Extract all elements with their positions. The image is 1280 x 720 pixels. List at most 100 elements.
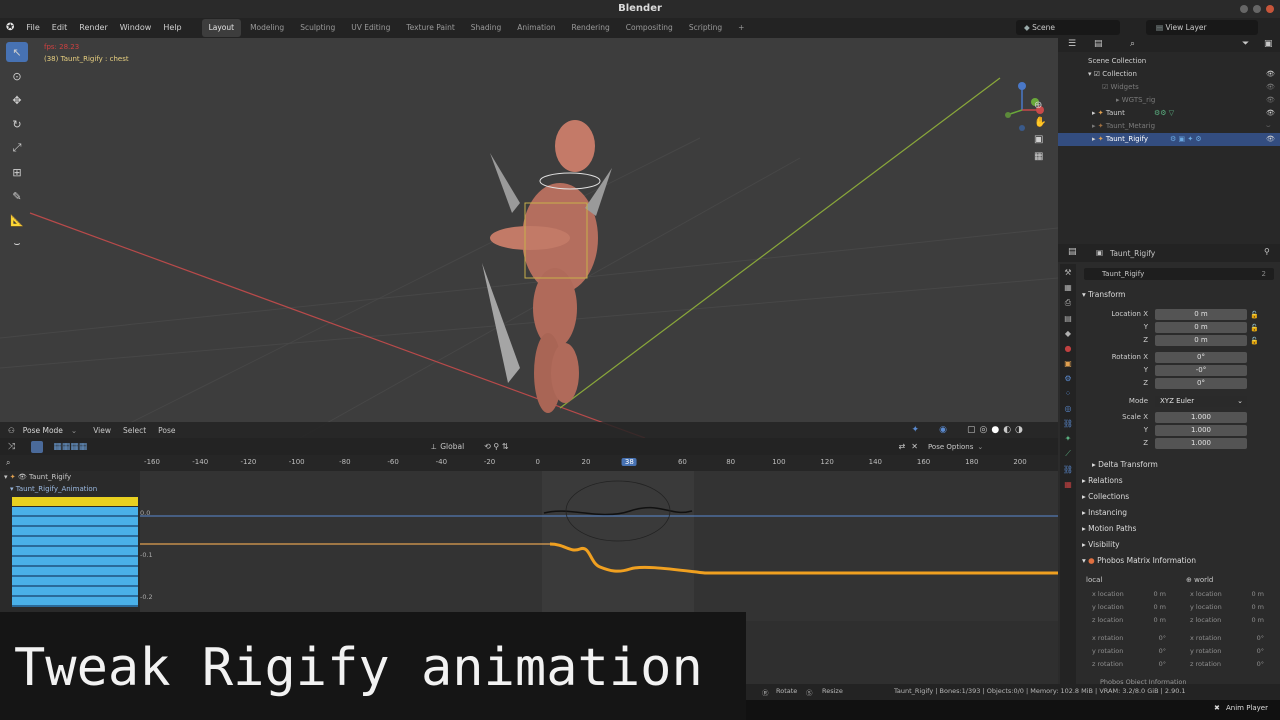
- xray-icon[interactable]: ▢: [967, 425, 976, 435]
- tab-texture-paint[interactable]: Texture Paint: [399, 19, 461, 37]
- outliner-row-scene-collection[interactable]: Scene Collection: [1058, 55, 1280, 68]
- menu-pose[interactable]: Pose: [158, 426, 175, 435]
- motion-paths-section[interactable]: ▸ Motion Paths: [1082, 524, 1136, 533]
- add-workspace-icon[interactable]: +: [731, 19, 751, 37]
- lock-icon[interactable]: 🔓: [1250, 335, 1259, 348]
- object-name-field[interactable]: Taunt_Rigify 2: [1084, 268, 1274, 280]
- rotation-x-field[interactable]: 0°: [1155, 352, 1247, 363]
- curve-area[interactable]: 0.0 -0.1 -0.2: [140, 471, 1058, 621]
- view-layer-selector[interactable]: ▤ View Layer: [1146, 20, 1258, 35]
- render-tab-icon[interactable]: ▦: [1064, 283, 1072, 292]
- maximize-button[interactable]: [1253, 5, 1261, 13]
- visibility-eye-icon[interactable]: 👁: [1266, 68, 1275, 81]
- visibility-eye-icon[interactable]: 👁: [1266, 133, 1275, 146]
- camera-icon[interactable]: ▣: [1034, 134, 1046, 145]
- move-tool-icon[interactable]: ✥: [6, 90, 28, 110]
- rotation-y-field[interactable]: -0°: [1155, 365, 1247, 376]
- anim-player-icon[interactable]: ✖: [1214, 704, 1220, 712]
- tool-tab-icon[interactable]: ⚒: [1064, 268, 1071, 277]
- transform-section-header[interactable]: ▾ Transform: [1082, 290, 1125, 299]
- 3d-viewport[interactable]: fps: 28.23 (38) Taunt_Rigify : chest ⊕ ✋…: [0, 38, 1058, 438]
- tab-shading[interactable]: Shading: [464, 19, 508, 37]
- pose-options[interactable]: Pose Options: [928, 443, 973, 451]
- rotation-mode-dropdown[interactable]: XYZ Euler ⌄: [1155, 396, 1247, 407]
- scene-selector[interactable]: ◆ Scene: [1016, 20, 1120, 35]
- scale-x-field[interactable]: 1.000: [1155, 412, 1247, 423]
- transform-orientation[interactable]: Global: [440, 442, 464, 451]
- scale-y-field[interactable]: 1.000: [1155, 425, 1247, 436]
- visibility-eye-icon[interactable]: 👁: [1266, 81, 1275, 94]
- outliner-row-wgts-rig[interactable]: ▸ WGTS_rig 👁: [1058, 94, 1280, 107]
- search-icon[interactable]: ⌕: [1130, 39, 1135, 49]
- delta-transform-section[interactable]: ▸ Delta Transform: [1092, 460, 1158, 469]
- texture-tab-icon[interactable]: ▦: [1064, 480, 1072, 489]
- menu-file[interactable]: File: [20, 18, 45, 38]
- wireframe-shading-icon[interactable]: ◎: [979, 425, 987, 435]
- menu-help[interactable]: Help: [157, 18, 187, 38]
- outliner-row-collection[interactable]: ▾ ☑ Collection 👁: [1058, 68, 1280, 81]
- relations-section[interactable]: ▸ Relations: [1082, 476, 1123, 485]
- zoom-icon[interactable]: ⊕: [1034, 100, 1046, 111]
- eye-icon[interactable]: 👁: [18, 473, 29, 481]
- scale-tool-icon[interactable]: ⤢: [6, 138, 28, 158]
- outliner-editor-icon[interactable]: ☰: [1068, 39, 1076, 49]
- visibility-eye-icon[interactable]: 👁: [1266, 107, 1275, 120]
- annotate-tool-icon[interactable]: ✎: [6, 186, 28, 206]
- collections-section[interactable]: ▸ Collections: [1082, 492, 1129, 501]
- blender-logo-icon[interactable]: ✪: [0, 18, 20, 38]
- location-x-field[interactable]: 0 m: [1155, 309, 1247, 320]
- tab-rendering[interactable]: Rendering: [564, 19, 616, 37]
- frame-ruler[interactable]: -160 -140 -120 -100 -80 -60 -40 -20 0 20 38 60 80 100…: [140, 455, 1058, 621]
- channel-action[interactable]: ▾ Taunt_Rigify_Animation: [10, 485, 97, 493]
- instancing-section[interactable]: ▸ Instancing: [1082, 508, 1127, 517]
- snap-icon[interactable]: ⟲ ⚲ ⇅: [484, 442, 508, 451]
- relax-tool-icon[interactable]: ⌣: [6, 234, 28, 254]
- tab-layout[interactable]: Layout: [201, 19, 242, 37]
- solid-shading-icon[interactable]: ●: [991, 425, 999, 435]
- tab-modeling[interactable]: Modeling: [243, 19, 291, 37]
- current-frame-indicator[interactable]: 38: [621, 458, 637, 466]
- scale-z-field[interactable]: 1.000: [1155, 438, 1247, 449]
- location-y-field[interactable]: 0 m: [1155, 322, 1247, 333]
- menu-render[interactable]: Render: [73, 18, 113, 38]
- tab-scripting[interactable]: Scripting: [682, 19, 729, 37]
- gizmo-toggle-icon[interactable]: ✦: [912, 425, 920, 435]
- cursor-tool-icon[interactable]: ⊙: [6, 66, 28, 86]
- properties-editor-icon[interactable]: ▤: [1068, 247, 1077, 257]
- tab-uv-editing[interactable]: UV Editing: [344, 19, 397, 37]
- channel-search-bar[interactable]: ⌕: [0, 455, 140, 471]
- material-shading-icon[interactable]: ◐: [1003, 425, 1011, 435]
- menu-select[interactable]: Select: [123, 426, 146, 435]
- outliner-row-widgets[interactable]: ☑ Widgets 👁: [1058, 81, 1280, 94]
- graph-editor-icon[interactable]: ⤨: [8, 442, 15, 452]
- outliner-row-taunt-metarig[interactable]: ▸ ✦ Taunt_Metarig ⌣: [1058, 120, 1280, 133]
- rendered-shading-icon[interactable]: ◑: [1015, 425, 1023, 435]
- tab-compositing[interactable]: Compositing: [619, 19, 680, 37]
- visibility-section[interactable]: ▸ Visibility: [1082, 540, 1120, 549]
- lock-icon[interactable]: 🔓: [1250, 322, 1259, 335]
- display-mode-icon[interactable]: ▤: [1094, 39, 1103, 49]
- only-selected-icon[interactable]: [31, 440, 44, 453]
- filter-channels-icon[interactable]: ▦▦▦▦: [53, 442, 87, 452]
- anim-player-label[interactable]: Anim Player: [1226, 704, 1268, 712]
- menu-view[interactable]: View: [93, 426, 111, 435]
- phobos-matrix-section[interactable]: ▾ ● Phobos Matrix Information: [1082, 556, 1196, 565]
- rotation-z-field[interactable]: 0°: [1155, 378, 1247, 389]
- channel-rig[interactable]: ▾ ✦ 👁 Taunt_Rigify: [4, 473, 71, 481]
- filter-icon[interactable]: ⏷: [1242, 39, 1249, 49]
- physics-tab-icon[interactable]: ◎: [1065, 404, 1072, 413]
- checkbox-icon[interactable]: ☑: [1094, 70, 1103, 78]
- pin-icon[interactable]: ⚲: [1264, 247, 1270, 256]
- outliner-row-taunt-rigify[interactable]: ▸ ✦ Taunt_Rigify ⚙ ▣ ✦ ⚙ 👁: [1058, 133, 1280, 146]
- rotate-tool-icon[interactable]: ↻: [6, 114, 28, 134]
- bone-constraint-tab-icon[interactable]: ⛓: [1063, 465, 1073, 474]
- outliner-row-taunt[interactable]: ▸ ✦ Taunt ⚙⚙ ▽ 👁: [1058, 107, 1280, 120]
- channel-curves[interactable]: [12, 507, 138, 607]
- grid-view-icon[interactable]: ▦: [1034, 151, 1046, 162]
- lock-icon[interactable]: 🔓: [1250, 309, 1259, 322]
- overlay-toggle-icon[interactable]: ◉: [939, 425, 947, 435]
- measure-tool-icon[interactable]: 📐: [6, 210, 28, 230]
- transform-tool-icon[interactable]: ⊞: [6, 162, 28, 182]
- mode-selector[interactable]: Pose Mode: [19, 426, 67, 435]
- location-z-field[interactable]: 0 m: [1155, 335, 1247, 346]
